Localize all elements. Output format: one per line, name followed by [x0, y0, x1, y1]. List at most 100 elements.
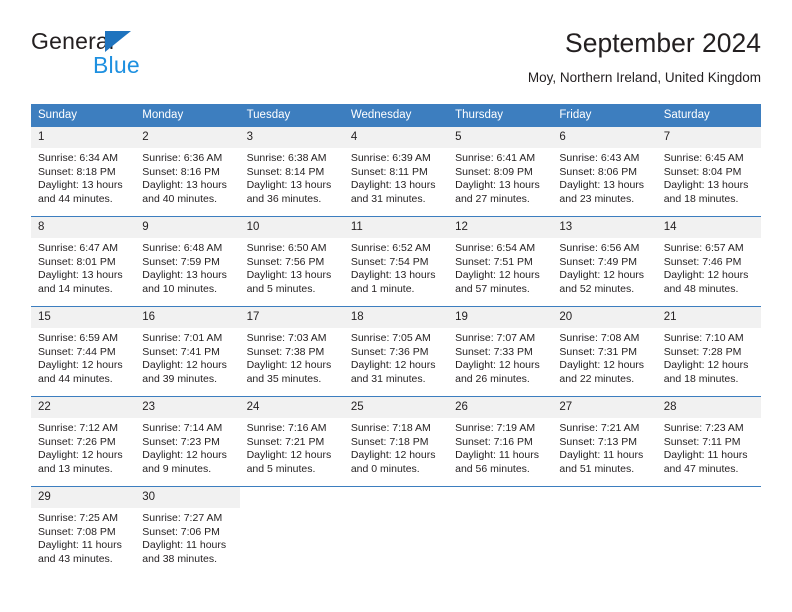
sunrise-text: Sunrise: 6:47 AM	[38, 242, 118, 254]
calendar-day-cell[interactable]: 14 Sunrise: 6:57 AM Sunset: 7:46 PM Dayligh…	[656, 216, 761, 307]
sunset-text: Sunset: 7:54 PM	[350, 255, 429, 268]
sunrise-text: Sunrise: 7:21 AM	[559, 422, 640, 434]
sunrise-text: Sunrise: 6:48 AM	[142, 242, 223, 254]
calendar-day-cell[interactable]: 22 Sunrise: 7:12 AM Sunset: 7:26 PM Dayligh…	[31, 396, 136, 487]
daylight-text-line2: and 57 minutes.	[455, 282, 530, 295]
calendar-day-cell[interactable]: 18 Sunrise: 7:05 AM Sunset: 7:36 PM Dayligh…	[343, 306, 449, 397]
sunset-text: Sunset: 7:13 PM	[559, 435, 638, 448]
calendar-day-cell[interactable]: 4 Sunrise: 6:39 AM Sunset: 8:11 PM Daylight…	[343, 126, 449, 217]
daylight-text-line2: and 52 minutes.	[559, 282, 635, 295]
daylight-text-line2: and 22 minutes.	[559, 372, 635, 385]
calendar-day-cell-empty	[552, 486, 657, 576]
daylight-text-line2: and 48 minutes.	[663, 282, 739, 295]
day-number: 13	[552, 217, 657, 238]
sunrise-text: Sunrise: 6:54 AM	[455, 242, 536, 254]
calendar-day-cell[interactable]: 12 Sunrise: 6:54 AM Sunset: 7:51 PM Dayligh…	[448, 216, 553, 307]
calendar-day-cell[interactable]: 25 Sunrise: 7:18 AM Sunset: 7:18 PM Dayligh…	[343, 396, 449, 487]
page-title: September 2024	[565, 28, 761, 58]
calendar-day-cell[interactable]: 30 Sunrise: 7:27 AM Sunset: 7:06 PM Dayligh…	[135, 486, 240, 576]
daylight-text-line2: and 51 minutes.	[559, 462, 635, 475]
day-info: Sunrise: 7:07 AM Sunset: 7:33 PM Daylight:…	[448, 328, 552, 386]
day-info: Sunrise: 6:43 AM Sunset: 8:06 PM Daylight:…	[552, 148, 656, 206]
sunrise-text: Sunrise: 6:59 AM	[38, 332, 118, 344]
day-info: Sunrise: 6:57 AM Sunset: 7:46 PM Daylight:…	[657, 238, 761, 296]
calendar-day-cell[interactable]: 9 Sunrise: 6:48 AM Sunset: 7:59 PM Daylight…	[135, 216, 240, 307]
calendar-day-cell[interactable]: 6 Sunrise: 6:43 AM Sunset: 8:06 PM Daylight…	[552, 126, 657, 217]
day-number: 5	[448, 127, 553, 148]
calendar-day-cell[interactable]: 28 Sunrise: 7:23 AM Sunset: 7:11 PM Dayligh…	[656, 396, 761, 487]
calendar-day-cell[interactable]: 15 Sunrise: 6:59 AM Sunset: 7:44 PM Dayligh…	[31, 306, 136, 397]
day-info: Sunrise: 6:48 AM Sunset: 7:59 PM Daylight:…	[135, 238, 239, 296]
day-info: Sunrise: 7:19 AM Sunset: 7:16 PM Daylight:…	[448, 418, 552, 476]
day-number	[239, 487, 344, 508]
daylight-text-line1: Daylight: 13 hours	[455, 179, 540, 192]
calendar-day-cell[interactable]: 13 Sunrise: 6:56 AM Sunset: 7:49 PM Dayligh…	[552, 216, 657, 307]
calendar-day-cell[interactable]: 11 Sunrise: 6:52 AM Sunset: 7:54 PM Dayligh…	[343, 216, 449, 307]
day-info: Sunrise: 7:14 AM Sunset: 7:23 PM Daylight:…	[135, 418, 239, 476]
sunrise-text: Sunrise: 7:18 AM	[350, 422, 431, 434]
day-number: 17	[239, 307, 344, 328]
daylight-text-line1: Daylight: 13 hours	[142, 179, 227, 192]
calendar-day-cell[interactable]: 5 Sunrise: 6:41 AM Sunset: 8:09 PM Daylight…	[448, 126, 553, 217]
day-info: Sunrise: 7:10 AM Sunset: 7:28 PM Daylight:…	[657, 328, 761, 386]
calendar-day-cell[interactable]: 23 Sunrise: 7:14 AM Sunset: 7:23 PM Dayligh…	[135, 396, 240, 487]
sunrise-text: Sunrise: 6:43 AM	[559, 152, 640, 164]
calendar-day-cell[interactable]: 21 Sunrise: 7:10 AM Sunset: 7:28 PM Dayligh…	[656, 306, 761, 397]
day-number: 21	[656, 307, 761, 328]
daylight-text-line2: and 18 minutes.	[663, 192, 739, 205]
weekday-header-saturday: Saturday	[656, 104, 761, 127]
calendar-day-cell[interactable]: 24 Sunrise: 7:16 AM Sunset: 7:21 PM Dayligh…	[239, 396, 344, 487]
sunset-text: Sunset: 7:31 PM	[559, 345, 638, 358]
daylight-text-line1: Daylight: 11 hours	[38, 539, 122, 552]
triangle-logo-icon	[105, 31, 131, 52]
daylight-text-line1: Daylight: 12 hours	[455, 269, 540, 282]
day-number: 15	[31, 307, 136, 328]
day-number: 27	[552, 397, 657, 418]
day-info: Sunrise: 6:59 AM Sunset: 7:44 PM Daylight:…	[31, 328, 135, 386]
sunset-text: Sunset: 7:44 PM	[38, 345, 116, 358]
general-blue-logo[interactable]: General Blue	[31, 28, 231, 86]
calendar-day-cell[interactable]: 2 Sunrise: 6:36 AM Sunset: 8:16 PM Daylight…	[135, 126, 240, 217]
daylight-text-line2: and 36 minutes.	[246, 192, 322, 205]
calendar-day-cell[interactable]: 3 Sunrise: 6:38 AM Sunset: 8:14 PM Daylight…	[239, 126, 344, 217]
calendar-day-cell[interactable]: 19 Sunrise: 7:07 AM Sunset: 7:33 PM Dayligh…	[448, 306, 553, 397]
daylight-text-line1: Daylight: 12 hours	[559, 269, 645, 282]
calendar-day-cell[interactable]: 10 Sunrise: 6:50 AM Sunset: 7:56 PM Dayligh…	[239, 216, 344, 307]
daylight-text-line1: Daylight: 13 hours	[559, 179, 645, 192]
day-info: Sunrise: 7:16 AM Sunset: 7:21 PM Daylight:…	[240, 418, 344, 476]
day-number: 11	[343, 217, 449, 238]
calendar-day-cell[interactable]: 20 Sunrise: 7:08 AM Sunset: 7:31 PM Dayligh…	[552, 306, 657, 397]
daylight-text-line1: Daylight: 13 hours	[38, 269, 123, 282]
calendar-day-cell[interactable]: 7 Sunrise: 6:45 AM Sunset: 8:04 PM Daylight…	[656, 126, 761, 217]
day-info: Sunrise: 6:38 AM Sunset: 8:14 PM Daylight:…	[240, 148, 344, 206]
sunrise-text: Sunrise: 7:10 AM	[663, 332, 744, 344]
daylight-text-line1: Daylight: 12 hours	[350, 449, 436, 462]
sunrise-text: Sunrise: 7:03 AM	[246, 332, 327, 344]
day-info: Sunrise: 7:21 AM Sunset: 7:13 PM Daylight:…	[552, 418, 656, 476]
weekday-header-thursday: Thursday	[448, 104, 553, 127]
daylight-text-line2: and 5 minutes.	[246, 462, 316, 475]
day-info: Sunrise: 6:36 AM Sunset: 8:16 PM Daylight:…	[135, 148, 239, 206]
calendar-day-cell[interactable]: 26 Sunrise: 7:19 AM Sunset: 7:16 PM Dayligh…	[448, 396, 553, 487]
calendar-day-cell[interactable]: 17 Sunrise: 7:03 AM Sunset: 7:38 PM Dayligh…	[239, 306, 344, 397]
calendar-day-cell[interactable]: 16 Sunrise: 7:01 AM Sunset: 7:41 PM Dayligh…	[135, 306, 240, 397]
day-number: 3	[239, 127, 344, 148]
calendar-week-row: 8 Sunrise: 6:47 AM Sunset: 8:01 PM Daylight…	[31, 216, 761, 307]
sunset-text: Sunset: 7:46 PM	[663, 255, 742, 268]
calendar-day-cell[interactable]: 8 Sunrise: 6:47 AM Sunset: 8:01 PM Daylight…	[31, 216, 136, 307]
calendar-day-cell[interactable]: 29 Sunrise: 7:25 AM Sunset: 7:08 PM Dayligh…	[31, 486, 136, 576]
sunset-text: Sunset: 8:06 PM	[559, 165, 638, 178]
sunset-text: Sunset: 7:51 PM	[455, 255, 533, 268]
calendar-day-cell[interactable]: 1 Sunrise: 6:34 AM Sunset: 8:18 PM Daylight…	[31, 126, 136, 217]
daylight-text-line1: Daylight: 13 hours	[663, 179, 749, 192]
sunset-text: Sunset: 8:11 PM	[350, 165, 428, 178]
daylight-text-line2: and 1 minute.	[350, 282, 415, 295]
day-number: 28	[656, 397, 761, 418]
day-info: Sunrise: 7:01 AM Sunset: 7:41 PM Daylight:…	[135, 328, 239, 386]
calendar-page: General Blue September 2024 Moy, Norther…	[0, 0, 792, 612]
day-number: 6	[552, 127, 657, 148]
daylight-text-line2: and 56 minutes.	[455, 462, 530, 475]
calendar-day-cell[interactable]: 27 Sunrise: 7:21 AM Sunset: 7:13 PM Dayligh…	[552, 396, 657, 487]
sunset-text: Sunset: 7:18 PM	[350, 435, 429, 448]
daylight-text-line1: Daylight: 13 hours	[246, 179, 332, 192]
